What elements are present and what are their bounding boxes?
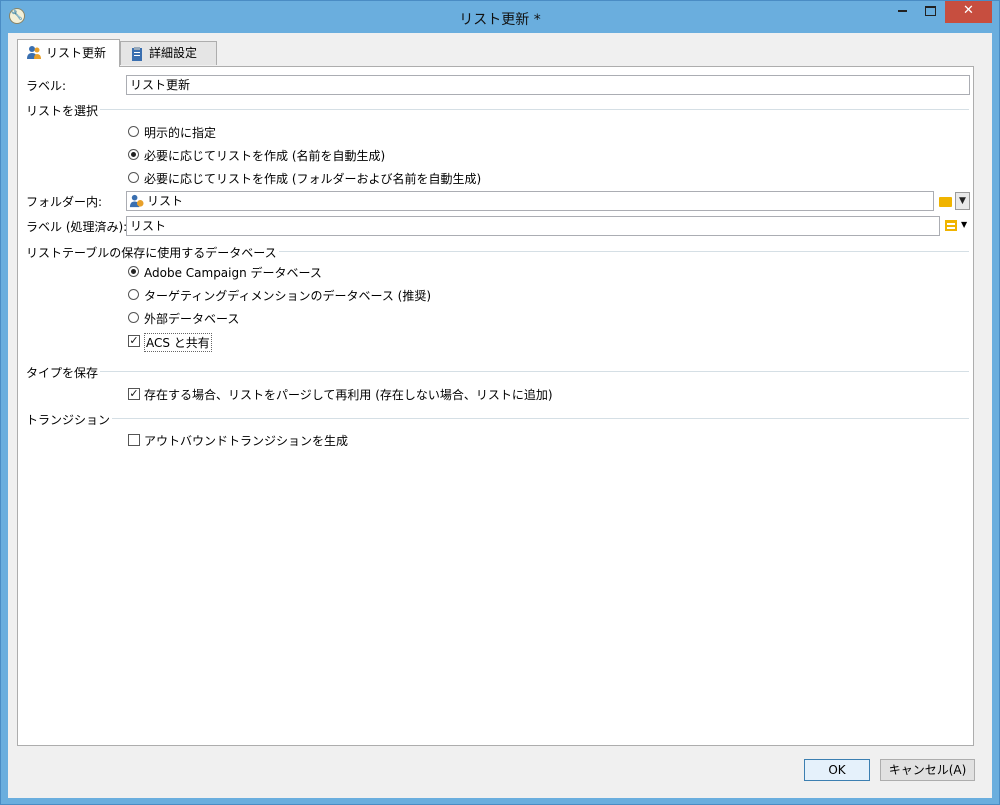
processed-label-input[interactable]: リスト: [126, 216, 940, 236]
save-type-section: タイプを保存: [26, 364, 969, 381]
ok-button[interactable]: OK: [804, 759, 870, 781]
section-divider: [26, 371, 969, 372]
folder-caption: フォルダー内:: [26, 195, 103, 209]
section-divider: [26, 109, 969, 110]
title-bar[interactable]: 🔧 リスト更新 * ✕: [1, 1, 999, 33]
radio-auto-name[interactable]: [128, 149, 139, 160]
cancel-button[interactable]: キャンセル(A): [880, 759, 975, 781]
outbound-transition-label[interactable]: アウトバウンドトランジションを生成: [144, 432, 348, 449]
tab-label: リスト更新: [46, 46, 107, 60]
label-caption: ラベル:: [26, 79, 67, 93]
radio-auto-folder-name[interactable]: [128, 172, 139, 183]
dialog-client: リスト更新 詳細設定 ラベル: リスト更新 リストを選択 明示的に指定 必要に応…: [8, 33, 992, 798]
folder-icon[interactable]: [939, 197, 952, 207]
tab-panel: ラベル: リスト更新 リストを選択 明示的に指定 必要に応じてリストを作成 (名…: [17, 66, 974, 746]
radio-auto-folder-name-label[interactable]: 必要に応じてリストを作成 (フォルダーおよび名前を自動生成): [144, 170, 481, 187]
folder-value: リスト: [147, 194, 184, 208]
tab-label: 詳細設定: [149, 46, 198, 60]
outbound-transition-checkbox[interactable]: [128, 434, 140, 446]
users-icon: [27, 46, 41, 59]
radio-targeting-db[interactable]: [128, 289, 139, 300]
clipboard-icon: [132, 47, 142, 61]
radio-campaign-db[interactable]: [128, 266, 139, 277]
maximize-button[interactable]: [917, 1, 944, 23]
radio-external-db[interactable]: [128, 312, 139, 323]
section-title: トランジション: [26, 411, 113, 428]
minimize-button[interactable]: [888, 1, 916, 23]
radio-explicit-label[interactable]: 明示的に指定: [144, 124, 216, 141]
tab-advanced[interactable]: 詳細設定: [120, 41, 217, 65]
purge-reuse-checkbox[interactable]: ✓: [128, 388, 140, 400]
folder-dropdown-button[interactable]: ▼: [955, 192, 970, 210]
radio-explicit[interactable]: [128, 126, 139, 137]
radio-auto-name-label[interactable]: 必要に応じてリストを作成 (名前を自動生成): [144, 147, 385, 164]
label-input[interactable]: リスト更新: [126, 75, 970, 95]
close-button[interactable]: ✕: [945, 1, 992, 23]
folder-input[interactable]: リスト: [126, 191, 934, 211]
window-title: リスト更新 *: [459, 12, 541, 28]
section-title: タイプを保存: [26, 364, 101, 381]
radio-external-db-label[interactable]: 外部データベース: [144, 310, 239, 327]
list-folder-icon: [129, 194, 144, 208]
chevron-down-icon: ▼: [959, 196, 966, 206]
purge-reuse-label[interactable]: 存在する場合、リストをパージして再利用 (存在しない場合、リストに追加): [144, 386, 553, 403]
section-divider: [26, 418, 969, 419]
expression-editor-icon[interactable]: [944, 218, 959, 233]
minimize-icon: [897, 9, 907, 12]
section-title: リストテーブルの保存に使用するデータベース: [26, 244, 279, 261]
radio-targeting-db-label[interactable]: ターゲティングディメンションのデータベース (推奨): [144, 287, 431, 304]
share-acs-label[interactable]: ACS と共有: [144, 333, 212, 352]
maximize-icon: [925, 5, 936, 16]
radio-campaign-db-label[interactable]: Adobe Campaign データベース: [144, 264, 322, 281]
database-section: リストテーブルの保存に使用するデータベース: [26, 244, 969, 261]
tab-list-update[interactable]: リスト更新: [17, 39, 120, 67]
dialog-window: 🔧 リスト更新 * ✕ リスト更新 詳細設定 ラベル: リスト更新 リストを選択…: [0, 0, 1000, 805]
close-icon: ✕: [963, 3, 974, 18]
processed-label-caption: ラベル (処理済み):: [26, 220, 128, 234]
section-title: リストを選択: [26, 102, 101, 119]
share-acs-checkbox[interactable]: ✓: [128, 335, 140, 347]
select-list-section: リストを選択: [26, 102, 969, 119]
chevron-down-icon[interactable]: ▼: [961, 220, 967, 229]
transition-section: トランジション: [26, 411, 969, 428]
